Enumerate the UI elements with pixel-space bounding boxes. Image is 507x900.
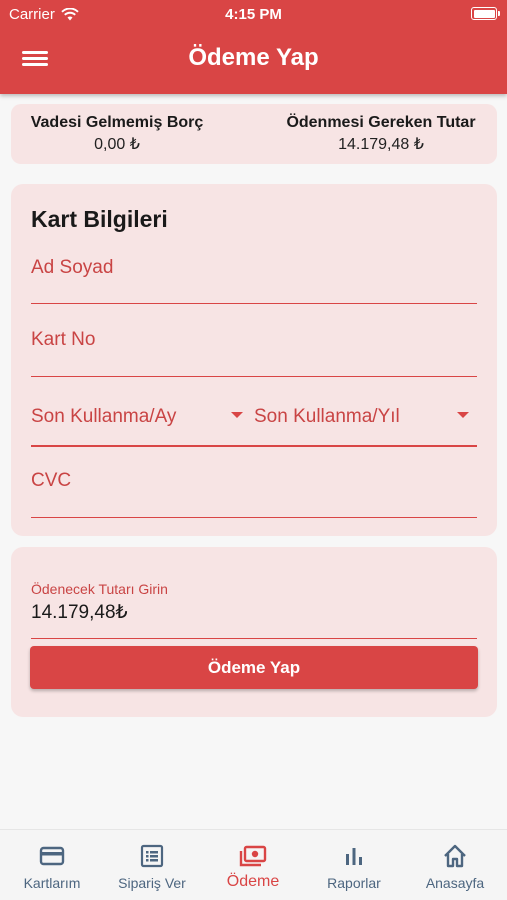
expiry-year-placeholder: Son Kullanma/Yıl bbox=[254, 406, 400, 427]
payment-panel: Ödenecek Tutarı Girin 14.179,48₺ Ödeme Y… bbox=[11, 547, 497, 717]
credit-card-icon bbox=[39, 846, 65, 866]
chevron-down-icon bbox=[231, 412, 243, 418]
debt-summary: Vadesi Gelmemiş Borç 0,00 ₺ Ödenmesi Ger… bbox=[11, 104, 497, 164]
card-number-placeholder: Kart No bbox=[31, 329, 96, 350]
battery-icon bbox=[471, 7, 500, 20]
amount-due: Ödenmesi Gereken Tutar 14.179,48 ₺ bbox=[275, 114, 487, 154]
home-icon bbox=[444, 844, 466, 868]
tab-label: Sipariş Ver bbox=[118, 875, 186, 891]
expiry-month-select[interactable]: Son Kullanma/Ay bbox=[31, 400, 245, 446]
tab-label: Raporlar bbox=[327, 875, 381, 891]
card-info-title: Kart Bilgileri bbox=[31, 206, 168, 232]
undue-debt-label: Vadesi Gelmemiş Borç bbox=[30, 114, 204, 131]
undue-debt-value: 0,00 ₺ bbox=[94, 136, 140, 153]
tab-label: Kartlarım bbox=[23, 875, 81, 891]
status-time: 4:15 PM bbox=[225, 6, 282, 23]
cvc-placeholder: CVC bbox=[31, 470, 72, 491]
bottom-nav: Kartlarım Sipariş Ver Ödeme Raporlar Ana… bbox=[0, 829, 507, 900]
list-icon bbox=[140, 844, 164, 868]
tab-raporlar[interactable]: Raporlar bbox=[304, 842, 404, 891]
cvc-input[interactable]: CVC bbox=[31, 468, 477, 518]
amount-value: 14.179,48₺ bbox=[31, 602, 128, 623]
amount-due-value: 14.179,48 ₺ bbox=[338, 136, 424, 153]
tab-siparis-ver[interactable]: Sipariş Ver bbox=[102, 842, 202, 891]
bar-chart-icon bbox=[346, 848, 362, 865]
payment-icon bbox=[239, 845, 267, 867]
status-bar: Carrier 4:15 PM bbox=[0, 0, 507, 28]
tab-label: Ödeme bbox=[226, 873, 280, 890]
pay-button[interactable]: Ödeme Yap bbox=[30, 646, 478, 689]
amount-due-label: Ödenmesi Gereken Tutar bbox=[286, 114, 476, 131]
amount-input[interactable]: Ödenecek Tutarı Girin 14.179,48₺ bbox=[31, 577, 477, 639]
expiry-month-placeholder: Son Kullanma/Ay bbox=[31, 406, 177, 427]
app-bar: Carrier 4:15 PM Ödeme Yap bbox=[0, 0, 507, 94]
expiry-divider bbox=[31, 445, 477, 447]
tab-label: Anasayfa bbox=[425, 875, 485, 891]
name-input[interactable]: Ad Soyad bbox=[31, 255, 477, 304]
undue-debt: Vadesi Gelmemiş Borç 0,00 ₺ bbox=[21, 114, 213, 154]
chevron-down-icon bbox=[457, 412, 469, 418]
amount-label: Ödenecek Tutarı Girin bbox=[31, 581, 168, 597]
page-title: Ödeme Yap bbox=[188, 44, 319, 71]
tab-odeme[interactable]: Ödeme bbox=[203, 842, 303, 891]
tab-anasayfa[interactable]: Anasayfa bbox=[405, 842, 505, 891]
card-number-input[interactable]: Kart No bbox=[31, 327, 477, 377]
expiry-year-select[interactable]: Son Kullanma/Yıl bbox=[245, 400, 477, 446]
name-placeholder: Ad Soyad bbox=[31, 257, 114, 278]
tab-kartlarim[interactable]: Kartlarım bbox=[2, 842, 102, 891]
